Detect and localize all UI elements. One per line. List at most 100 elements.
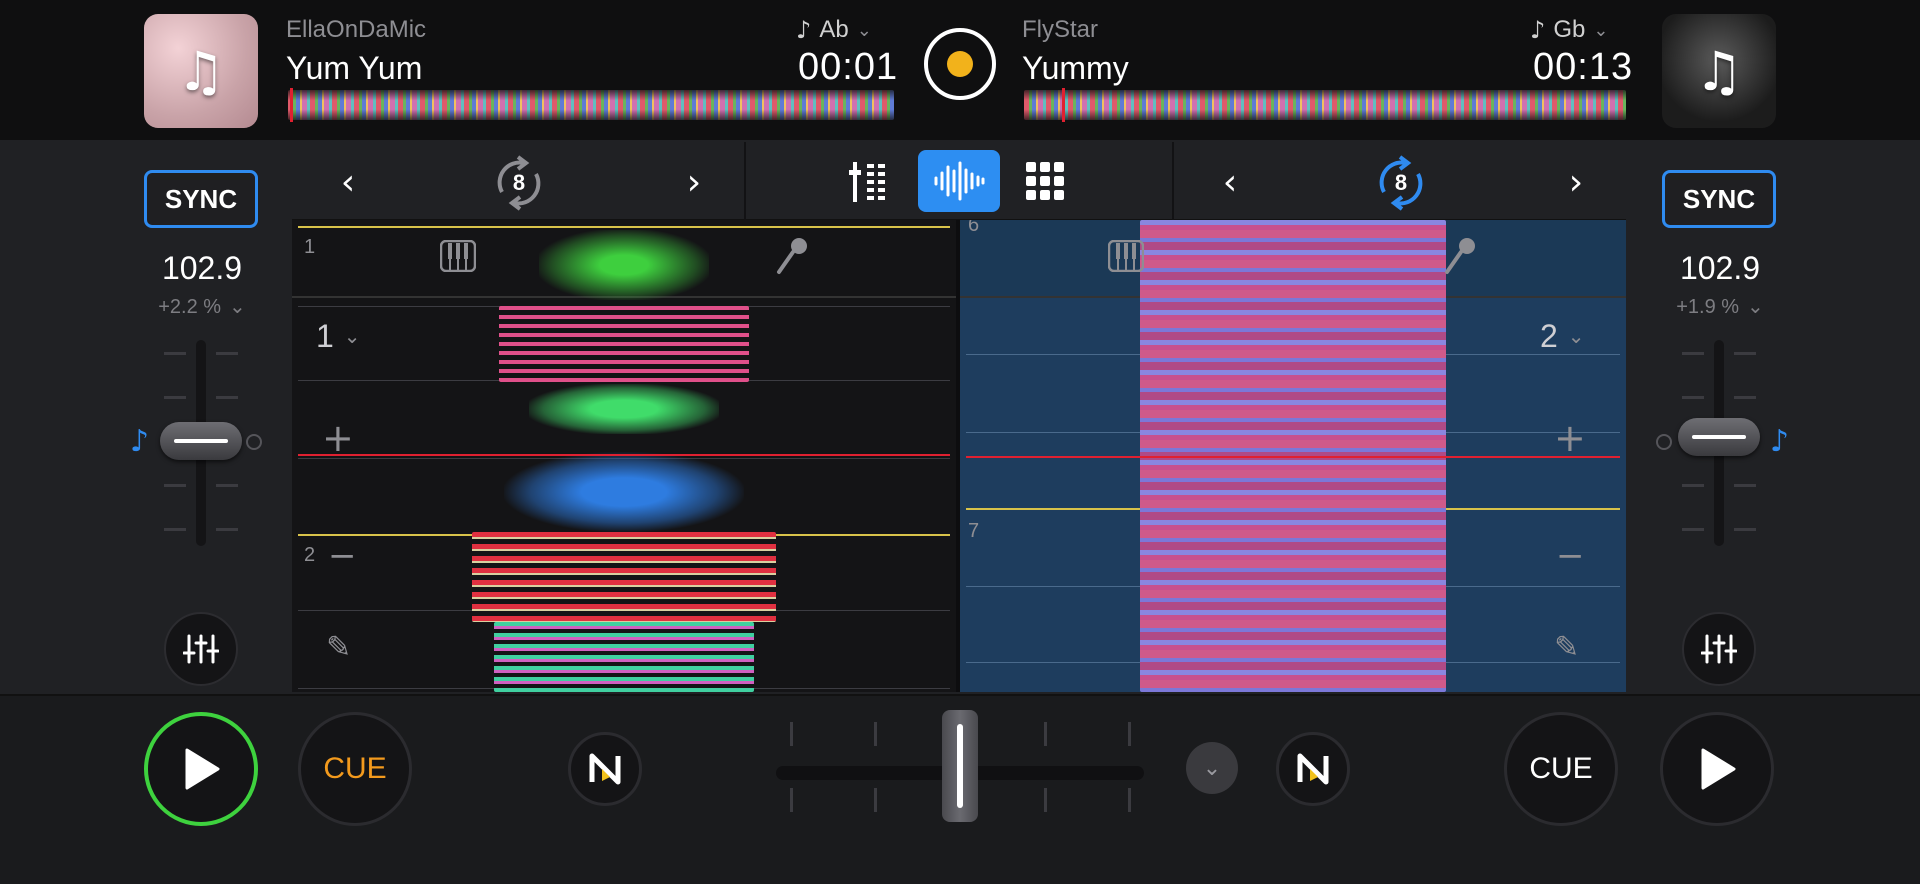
deck-b-pitch[interactable]: +1.9 % ⌄ — [1638, 294, 1802, 319]
deck-b-key[interactable]: ♪ Gb ⌄ — [1530, 16, 1608, 44]
deck-a-loop-next-button[interactable]: › — [672, 160, 716, 204]
deck-a-key[interactable]: ♪ Ab ⌄ — [796, 16, 872, 44]
waveform-mode-button[interactable] — [918, 150, 1000, 212]
waveform-segment — [529, 384, 719, 434]
music-note-icon: ♪ — [1530, 16, 1546, 44]
deck-b-number: 2 — [1540, 318, 1558, 354]
header: ♫ EllaOnDaMic Yum Yum ♪ Ab ⌄ 00:01 FlySt… — [0, 0, 1920, 140]
deck-a-eq-button[interactable] — [164, 612, 238, 686]
deck-b-tempo-slider[interactable] — [1678, 418, 1760, 456]
chevron-down-icon: ⌄ — [343, 326, 361, 348]
deck-b-waveform[interactable]: 6 2 ⌄ + 7 − ✎ — [960, 220, 1626, 692]
chevron-down-icon: ⌄ — [1593, 19, 1609, 40]
add-cue-icon[interactable]: + — [322, 416, 354, 460]
neural-mix-icon — [1297, 753, 1329, 785]
deck-a-tempo-slider[interactable] — [160, 422, 242, 460]
deck-b-pitch-value: +1.9 % — [1676, 296, 1740, 318]
deck-a-neural-mix-button[interactable] — [568, 732, 642, 806]
microphone-icon[interactable] — [1442, 236, 1478, 280]
crossfader-tick — [1128, 788, 1131, 812]
deck-b-time: 00:13 — [1533, 46, 1634, 88]
deck-b-beat-marker-top: 6 — [968, 220, 980, 236]
deck-a-pitch[interactable]: +2.2 % ⌄ — [120, 294, 284, 319]
music-note-icon: ♫ — [1694, 39, 1744, 103]
chevron-right-icon: › — [686, 161, 702, 203]
crossfader-knob[interactable] — [942, 710, 978, 822]
deck-a-bpm[interactable]: 102.9 — [120, 250, 284, 287]
remove-cue-icon[interactable]: − — [328, 536, 357, 576]
deck-b-beat-marker-bottom: 7 — [968, 520, 980, 542]
waveform-icon — [934, 161, 985, 201]
deck-b-play-button[interactable] — [1660, 712, 1774, 826]
record-dot-icon — [947, 51, 973, 77]
crossfader-tick — [790, 722, 793, 746]
deck-b-overview-waveform[interactable] — [1024, 88, 1626, 122]
downbeat-line — [298, 226, 950, 228]
music-note-icon: ♪ — [796, 16, 812, 44]
deck-a-cue-button[interactable]: CUE — [298, 712, 412, 826]
deck-a-number: 1 — [316, 318, 334, 354]
deck-b-bpm[interactable]: 102.9 — [1638, 250, 1802, 287]
deck-b-neural-mix-button[interactable] — [1276, 732, 1350, 806]
mixer-icon — [849, 162, 885, 202]
deck-b-artist: FlyStar — [1022, 16, 1099, 43]
deck-b-key-label: Gb — [1553, 16, 1586, 43]
deck-b-sync-button[interactable]: SYNC — [1662, 170, 1776, 228]
deck-b-eq-button[interactable] — [1682, 612, 1756, 686]
add-cue-icon[interactable]: + — [1554, 416, 1586, 460]
deck-a-play-button[interactable] — [144, 712, 258, 826]
sliders-icon — [183, 634, 219, 664]
deck-a-loop-button[interactable]: 8 — [484, 148, 554, 218]
piano-icon[interactable] — [1107, 239, 1145, 276]
deck-a-artwork[interactable]: ♫ — [144, 14, 258, 128]
deck-a-waveform[interactable]: 1 1 ⌄ + 2 − ✎ — [292, 220, 956, 692]
deck-a-loop-prev-button[interactable]: ‹ — [326, 160, 370, 204]
music-note-icon: ♫ — [176, 39, 226, 103]
chevron-right-icon: › — [1568, 161, 1584, 203]
piano-icon[interactable] — [439, 239, 477, 276]
deck-a-deck-selector[interactable]: 1 ⌄ — [316, 318, 361, 355]
deck-a-sync-button[interactable]: SYNC — [144, 170, 258, 228]
deck-a-overview-waveform[interactable] — [288, 88, 894, 122]
chevron-down-icon: ⌄ — [856, 19, 872, 40]
chevron-down-icon: ⌄ — [229, 296, 246, 318]
chevron-down-icon: ⌄ — [1202, 755, 1222, 781]
crossfader-tick — [874, 722, 877, 746]
microphone-icon[interactable] — [774, 236, 810, 280]
neural-mix-icon — [589, 753, 621, 785]
deck-b-loop-prev-button[interactable]: ‹ — [1208, 160, 1252, 204]
tempo-reset-icon[interactable] — [246, 434, 262, 450]
deck-a-controls: SYNC 102.9 +2.2 % ⌄ ♪ — [0, 142, 290, 694]
dj-app: ♫ EllaOnDaMic Yum Yum ♪ Ab ⌄ 00:01 FlySt… — [0, 0, 1920, 884]
deck-b-loop-button[interactable]: 8 — [1366, 148, 1436, 218]
deck-a-overview-playhead — [290, 88, 293, 122]
deck-b-overview-playhead — [1062, 88, 1065, 122]
waveform-segment — [504, 452, 744, 532]
tempo-reset-icon[interactable] — [1656, 434, 1672, 450]
mixer-mode-button[interactable] — [832, 150, 914, 212]
toolbar-divider — [744, 142, 746, 220]
deck-b-loop-next-button[interactable]: › — [1554, 160, 1598, 204]
deck-b-deck-selector[interactable]: 2 ⌄ — [1540, 318, 1585, 355]
play-icon — [185, 748, 220, 790]
deck-b-controls: SYNC 102.9 +1.9 % ⌄ ♪ — [1628, 142, 1918, 694]
deck-b-cue-button[interactable]: CUE — [1504, 712, 1618, 826]
pads-mode-button[interactable] — [1004, 150, 1086, 212]
keylock-note-icon[interactable]: ♪ — [130, 424, 149, 459]
crossfader-options-button[interactable]: ⌄ — [1186, 742, 1238, 794]
deck-b-artwork[interactable]: ♫ — [1662, 14, 1776, 128]
deck-a-beat-marker-bottom: 2 — [304, 544, 316, 566]
sliders-icon — [1701, 634, 1737, 664]
playhead-line — [298, 454, 950, 456]
crossfader-tick — [874, 788, 877, 812]
deck-a-time: 00:01 — [798, 46, 899, 88]
pencil-icon[interactable]: ✎ — [326, 630, 351, 665]
record-button[interactable] — [924, 28, 996, 100]
waveform-segment — [539, 230, 709, 300]
play-icon — [1701, 748, 1736, 790]
remove-cue-icon[interactable]: − — [1556, 536, 1585, 576]
keylock-note-icon[interactable]: ♪ — [1770, 424, 1789, 459]
pencil-icon[interactable]: ✎ — [1554, 630, 1579, 665]
crossfader-tick — [1044, 788, 1047, 812]
toolbar-divider — [1172, 142, 1174, 220]
